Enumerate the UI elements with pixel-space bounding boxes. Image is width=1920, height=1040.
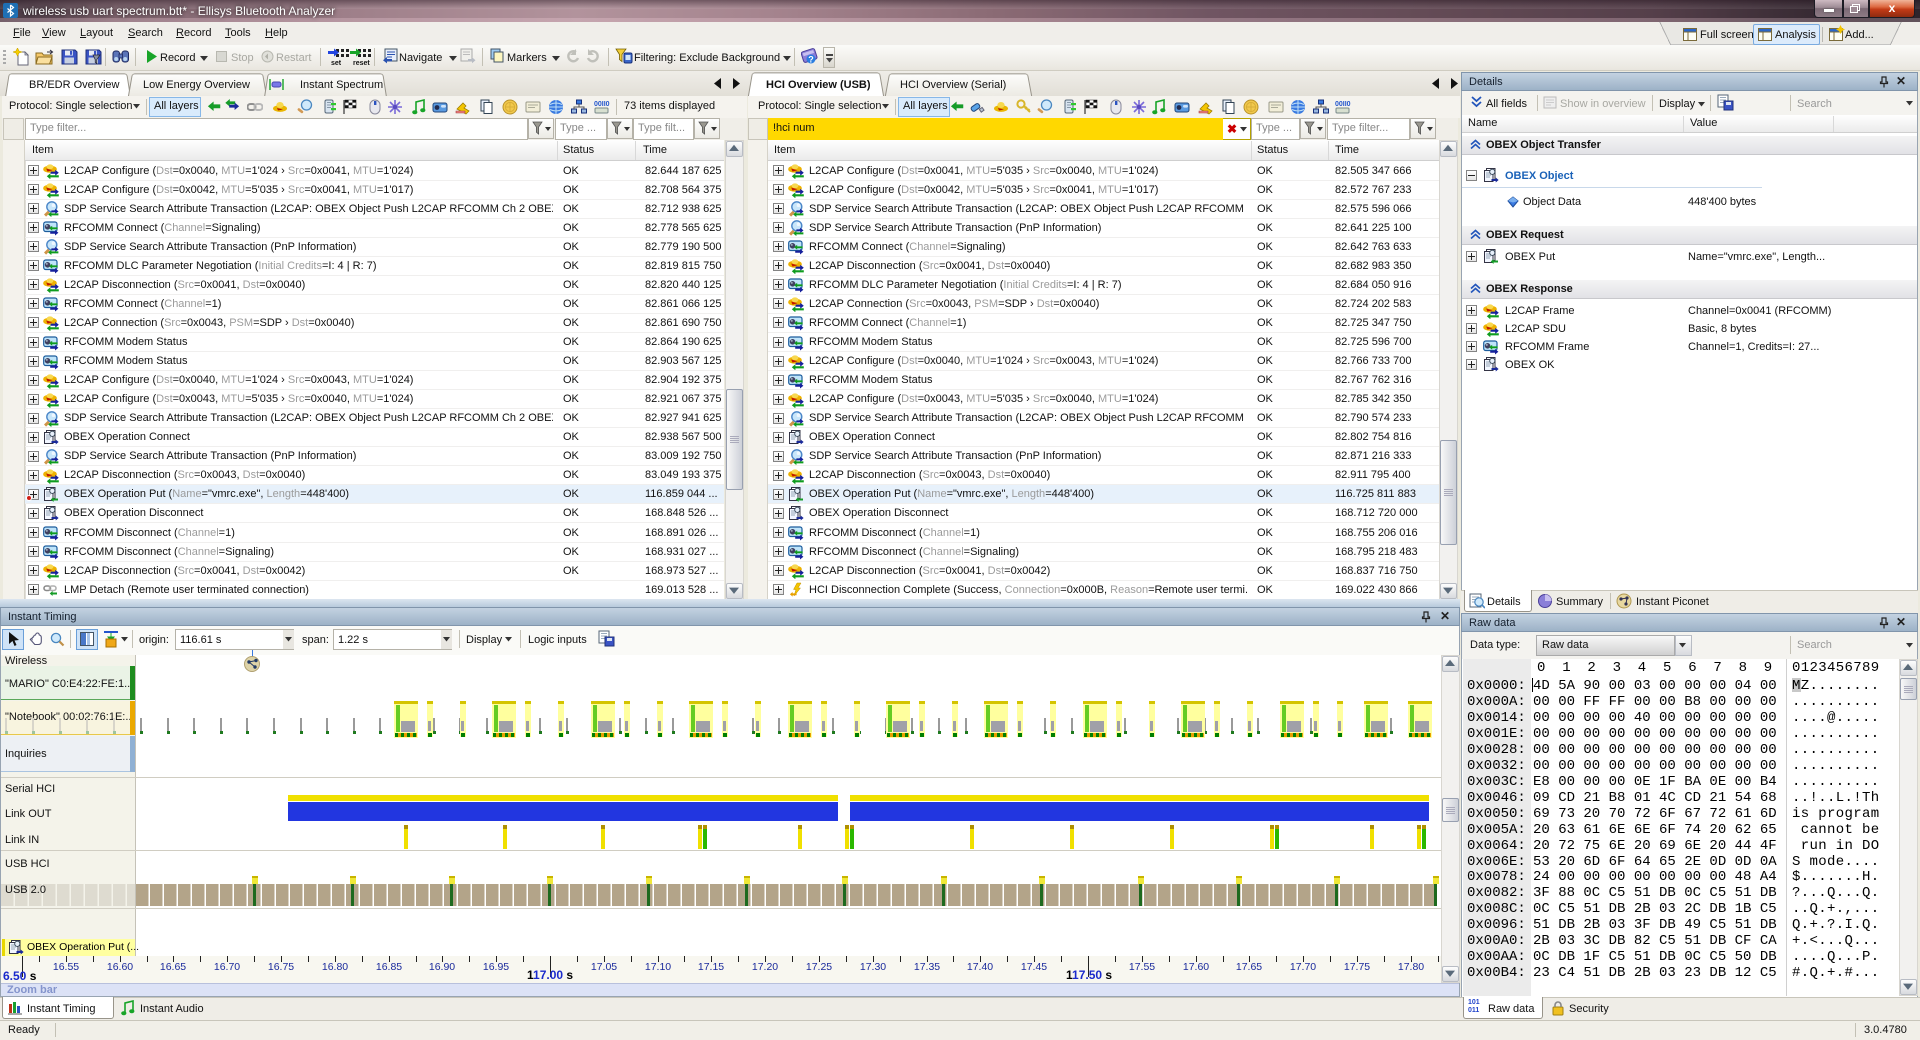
svg-text:00II0: 00II0 (1335, 101, 1351, 108)
svg-text:reset: reset (353, 60, 370, 66)
svg-text:00II0: 00II0 (594, 101, 610, 108)
svg-text:?: ? (808, 55, 814, 65)
svg-text:set: set (331, 60, 342, 66)
